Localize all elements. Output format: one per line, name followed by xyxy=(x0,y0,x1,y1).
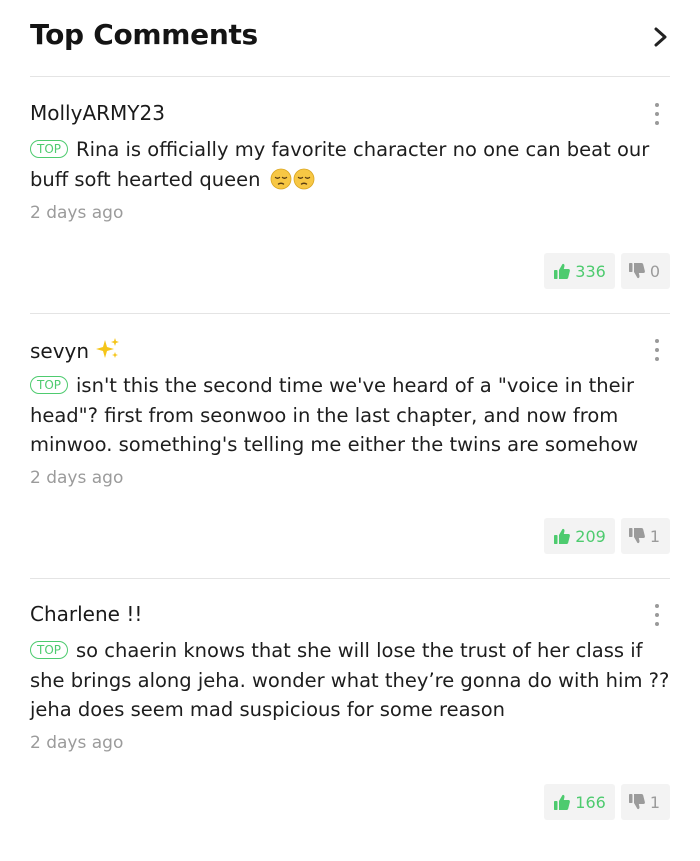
comment-username[interactable]: Charlene !! xyxy=(30,602,142,626)
top-badge: TOP xyxy=(30,376,69,394)
dislike-count: 0 xyxy=(649,261,660,281)
vote-buttons: 209 1 xyxy=(544,518,670,554)
comment-item: Charlene !! TOP so chaerin knows that she… xyxy=(30,578,670,861)
pensive-face-emoji xyxy=(270,168,292,189)
thumbs-down-icon xyxy=(628,528,645,544)
like-count: 209 xyxy=(575,526,606,546)
like-count: 166 xyxy=(575,792,606,812)
thumbs-down-icon xyxy=(628,794,645,810)
comment-timestamp: 2 days ago xyxy=(30,733,124,753)
comment-text: isn't this the second time we've heard o… xyxy=(30,374,639,456)
comment-body: TOP isn't this the second time we've hear… xyxy=(30,371,670,460)
more-options-icon[interactable] xyxy=(652,103,662,129)
thumbs-up-icon xyxy=(554,528,571,544)
more-options-icon[interactable] xyxy=(652,604,662,630)
comment-username[interactable]: sevyn xyxy=(30,337,121,363)
header: Top Comments xyxy=(30,0,670,77)
like-count: 336 xyxy=(575,261,606,281)
like-button[interactable]: 336 xyxy=(544,253,615,289)
comment-body: TOP so chaerin knows that she will lose t… xyxy=(30,636,670,725)
dislike-button[interactable]: 0 xyxy=(620,253,670,289)
dislike-count: 1 xyxy=(649,526,660,546)
page-title: Top Comments xyxy=(30,18,258,51)
top-badge: TOP xyxy=(30,641,69,659)
thumbs-up-icon xyxy=(554,263,571,279)
top-badge: TOP xyxy=(30,140,69,158)
thumbs-up-icon xyxy=(554,794,571,810)
comment-item: MollyARMY23 TOP Rina is officially my fav… xyxy=(30,77,670,314)
vote-buttons: 336 0 xyxy=(544,253,670,289)
comment-username-text: sevyn xyxy=(30,339,90,363)
vote-buttons: 166 1 xyxy=(544,784,670,820)
like-button[interactable]: 166 xyxy=(544,784,615,820)
like-button[interactable]: 209 xyxy=(544,518,615,554)
comment-text: Rina is officially my favorite character… xyxy=(30,138,650,191)
chevron-right-icon[interactable] xyxy=(650,26,670,48)
dislike-button[interactable]: 1 xyxy=(620,518,670,554)
dislike-count: 1 xyxy=(649,792,660,812)
pensive-face-emoji xyxy=(293,168,315,189)
comment-timestamp: 2 days ago xyxy=(30,468,124,488)
dislike-button[interactable]: 1 xyxy=(620,784,670,820)
comment-timestamp: 2 days ago xyxy=(30,203,124,223)
thumbs-down-icon xyxy=(628,263,645,279)
comment-text: so chaerin knows that she will lose the … xyxy=(30,639,670,721)
comment-username[interactable]: MollyARMY23 xyxy=(30,101,165,125)
sparkles-emoji xyxy=(96,338,120,358)
comment-item: sevyn TOP isn't this the second time we'v… xyxy=(30,313,670,579)
comment-body: TOP Rina is officially my favorite charac… xyxy=(30,135,670,194)
more-options-icon[interactable] xyxy=(652,339,662,365)
